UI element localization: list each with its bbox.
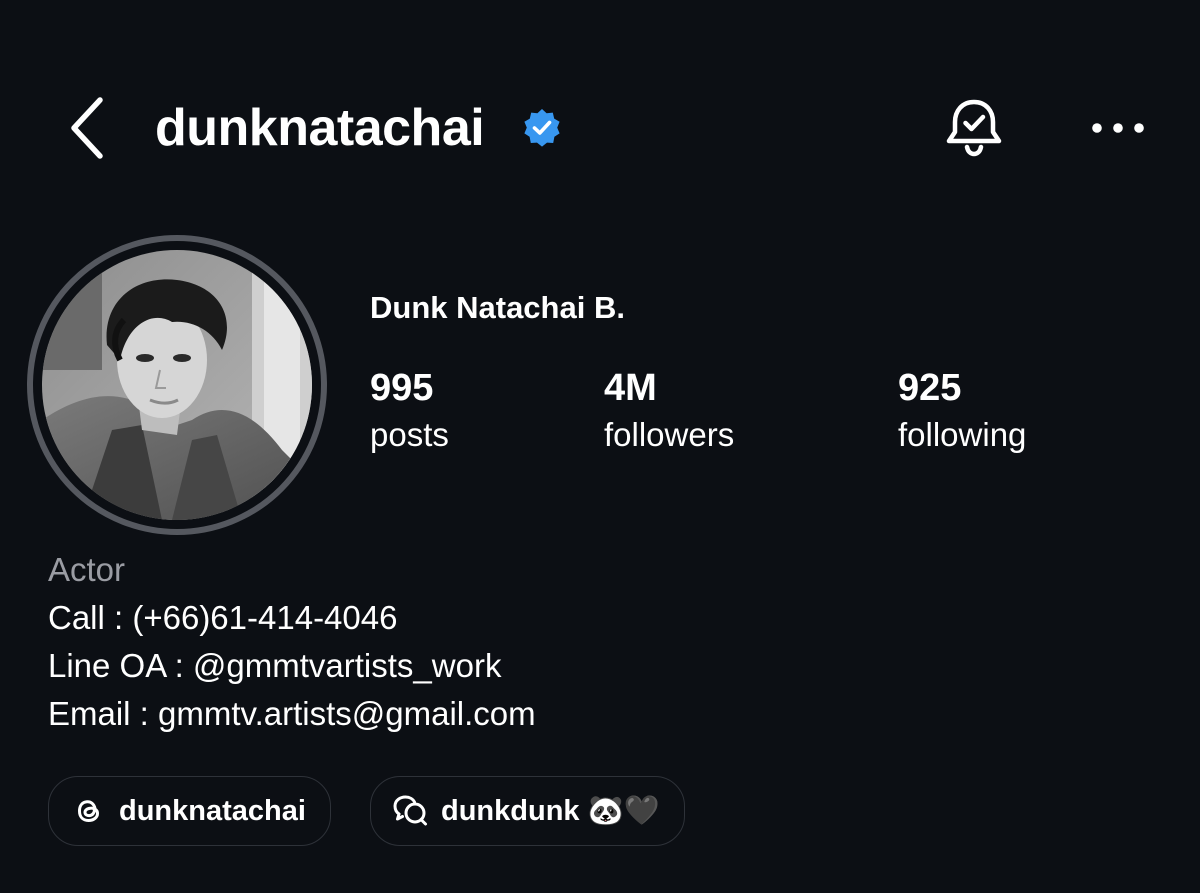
- channel-chip[interactable]: dunkdunk 🐼🖤: [370, 776, 685, 846]
- stat-followers-label: followers: [604, 416, 735, 453]
- more-horizontal-icon: [1092, 123, 1144, 133]
- bell-check-icon: [946, 99, 1002, 157]
- verified-badge-icon: [524, 109, 560, 147]
- chevron-left-icon: [71, 97, 103, 159]
- bio-line-email[interactable]: Email : gmmtv.artists@gmail.com: [48, 690, 536, 738]
- bio-line-line-oa[interactable]: Line OA : @gmmtvartists_work: [48, 642, 536, 690]
- profile-page: dunknatachai Dunk Natachai B. 995 posts …: [0, 0, 1200, 893]
- bio-category: Actor: [48, 551, 126, 588]
- threads-chip[interactable]: dunknatachai: [48, 776, 331, 846]
- back-button[interactable]: [58, 92, 114, 164]
- stat-posts-value: 995: [370, 367, 434, 409]
- chat-bubbles-icon: [393, 793, 429, 829]
- threads-icon: [71, 793, 107, 829]
- channel-chip-label: dunkdunk 🐼🖤: [441, 795, 660, 827]
- threads-chip-label: dunknatachai: [119, 794, 306, 827]
- notifications-button[interactable]: [940, 94, 1008, 162]
- stat-following-value: 925: [898, 367, 962, 409]
- profile-username: dunknatachai: [155, 99, 485, 157]
- profile-full-name: Dunk Natachai B.: [370, 290, 625, 325]
- stat-following-label: following: [898, 416, 1027, 453]
- stat-followers[interactable]: 4M followers: [604, 366, 734, 458]
- avatar: [42, 250, 312, 520]
- stat-posts[interactable]: 995 posts: [370, 366, 449, 458]
- bio-line-phone[interactable]: Call : (+66)61-414-4046: [48, 594, 536, 642]
- stat-following[interactable]: 925 following: [898, 366, 1026, 458]
- stat-posts-label: posts: [370, 416, 449, 453]
- more-options-button[interactable]: [1088, 108, 1148, 148]
- bio: Actor Call : (+66)61-414-4046 Line OA : …: [48, 546, 536, 738]
- stat-followers-value: 4M: [604, 367, 657, 409]
- avatar-ring[interactable]: [27, 235, 327, 535]
- profile-photo: [42, 250, 312, 520]
